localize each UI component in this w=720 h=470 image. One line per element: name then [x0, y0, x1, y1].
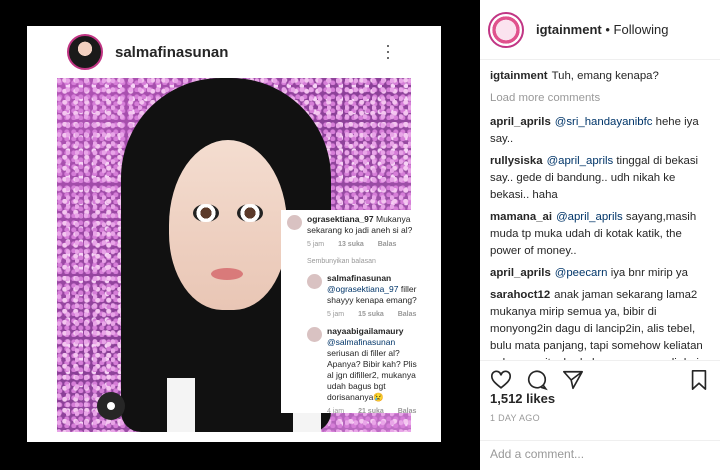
overlay-username: salmafinasunan: [327, 273, 392, 283]
comment-username[interactable]: rullysiska: [490, 155, 543, 167]
photo-eye-right: [237, 204, 263, 222]
photo-lips: [211, 268, 243, 280]
photo-face: [169, 140, 287, 310]
overlay-reply: nayaabigailamaury @salmafinasunan serius…: [307, 326, 423, 417]
overlay-reply-meta: 4 jam 21 suka Balas: [327, 406, 423, 417]
overlay-hide-replies: Sembunyikan balasan: [307, 258, 376, 265]
comments-list[interactable]: igtainment Tuh, emang kenapa? Load more c…: [480, 60, 720, 360]
overlay-reply-link: Balas: [397, 408, 417, 415]
author-username[interactable]: igtainment: [536, 22, 602, 37]
overlay-likes: 13 suka: [338, 241, 364, 248]
comment-text: Tuh, emang kenapa?: [551, 70, 659, 82]
list-item: april_aprils @sri_handayanibfc hehe iya s…: [490, 114, 710, 148]
caption: igtainment Tuh, emang kenapa?: [490, 68, 710, 85]
post-sidebar: igtainment • Following igtainment Tuh, em…: [480, 0, 720, 470]
list-item: sarahoct12 anak jaman sekarang lama2 muka…: [490, 287, 710, 360]
comment-mention[interactable]: @peecarn: [555, 267, 608, 279]
overlay-comment-meta: 5 jam 13 suka Balas: [307, 239, 423, 250]
more-options-icon: · · ·: [385, 35, 391, 67]
add-comment-input[interactable]: Add a comment...: [480, 440, 720, 470]
bookmark-icon[interactable]: [688, 369, 710, 391]
comment-text: iya bnr mirip ya: [610, 267, 688, 279]
overlay-username: nayaabigailamaury: [327, 326, 404, 336]
overlay-reply-link: Balas: [377, 241, 397, 248]
overlay-time: 5 jam: [307, 241, 325, 248]
overlay-reply: salmafinasunan @ograsektiana_97 filler s…: [307, 273, 423, 320]
photo-collar-left: [167, 378, 195, 432]
load-more-comments-link[interactable]: Load more comments: [490, 90, 710, 107]
comment-mention[interactable]: @april_aprils: [547, 155, 614, 167]
overlay-time: 4 jam: [327, 408, 345, 415]
avatar[interactable]: [488, 11, 524, 48]
comment-username[interactable]: igtainment: [490, 70, 548, 82]
overlay-comment: ograsektiana_97 Mukanya sekarang ko jadi…: [287, 214, 423, 250]
post-media-area: salmafinasunan · · · ograsektiana_97 Mukan…: [0, 0, 480, 470]
follow-status[interactable]: • Following: [605, 22, 668, 37]
likes-count[interactable]: 1,512 likes: [490, 391, 555, 406]
reposted-post-avatar: [67, 34, 103, 70]
post-author: igtainment • Following: [536, 22, 668, 37]
comment-username[interactable]: mamana_ai: [490, 211, 552, 223]
comment-username[interactable]: sarahoct12: [490, 289, 550, 301]
overlay-mention: @ograsektiana_97: [327, 284, 399, 294]
overlay-time: 5 jam: [327, 311, 345, 318]
comment-mention[interactable]: @april_aprils: [556, 211, 623, 223]
comment-username[interactable]: april_aprils: [490, 116, 551, 128]
post-header: igtainment • Following: [480, 0, 720, 60]
comment-mention[interactable]: @sri_handayanibfc: [555, 116, 653, 128]
overlay-avatar: [287, 215, 302, 230]
overlay-mention: @salmafinasunan: [327, 337, 396, 347]
comment-screenshot-overlay: ograsektiana_97 Mukanya sekarang ko jadi…: [281, 210, 429, 415]
photo-eye-left: [193, 204, 219, 222]
heart-icon[interactable]: [490, 369, 512, 391]
comment-icon[interactable]: [526, 369, 548, 391]
overlay-likes: 15 suka: [358, 311, 384, 318]
overlay-reply-text: seriusan di filler al? Apanya? Bibir kah…: [327, 348, 417, 402]
list-item: rullysiska @april_aprils tinggal di bekas…: [490, 153, 710, 204]
camera-icon: [97, 392, 125, 420]
overlay-likes: 21 suka: [358, 408, 384, 415]
share-icon[interactable]: [562, 369, 584, 391]
overlay-avatar: [307, 327, 322, 342]
comment-username[interactable]: april_aprils: [490, 267, 551, 279]
overlay-reply-link: Balas: [397, 311, 417, 318]
overlay-reply-meta: 5 jam 15 suka Balas: [327, 309, 423, 320]
reposted-post-username: salmafinasunan: [115, 43, 229, 61]
post-timestamp: 1 DAY AGO: [490, 413, 540, 423]
overlay-username: ograsektiana_97: [307, 214, 374, 224]
list-item: mamana_ai @april_aprils sayang,masih muda…: [490, 209, 710, 260]
list-item: april_aprils @peecarn iya bnr mirip ya: [490, 265, 710, 282]
overlay-avatar: [307, 274, 322, 289]
reposted-post-header: salmafinasunan · · ·: [27, 26, 441, 78]
